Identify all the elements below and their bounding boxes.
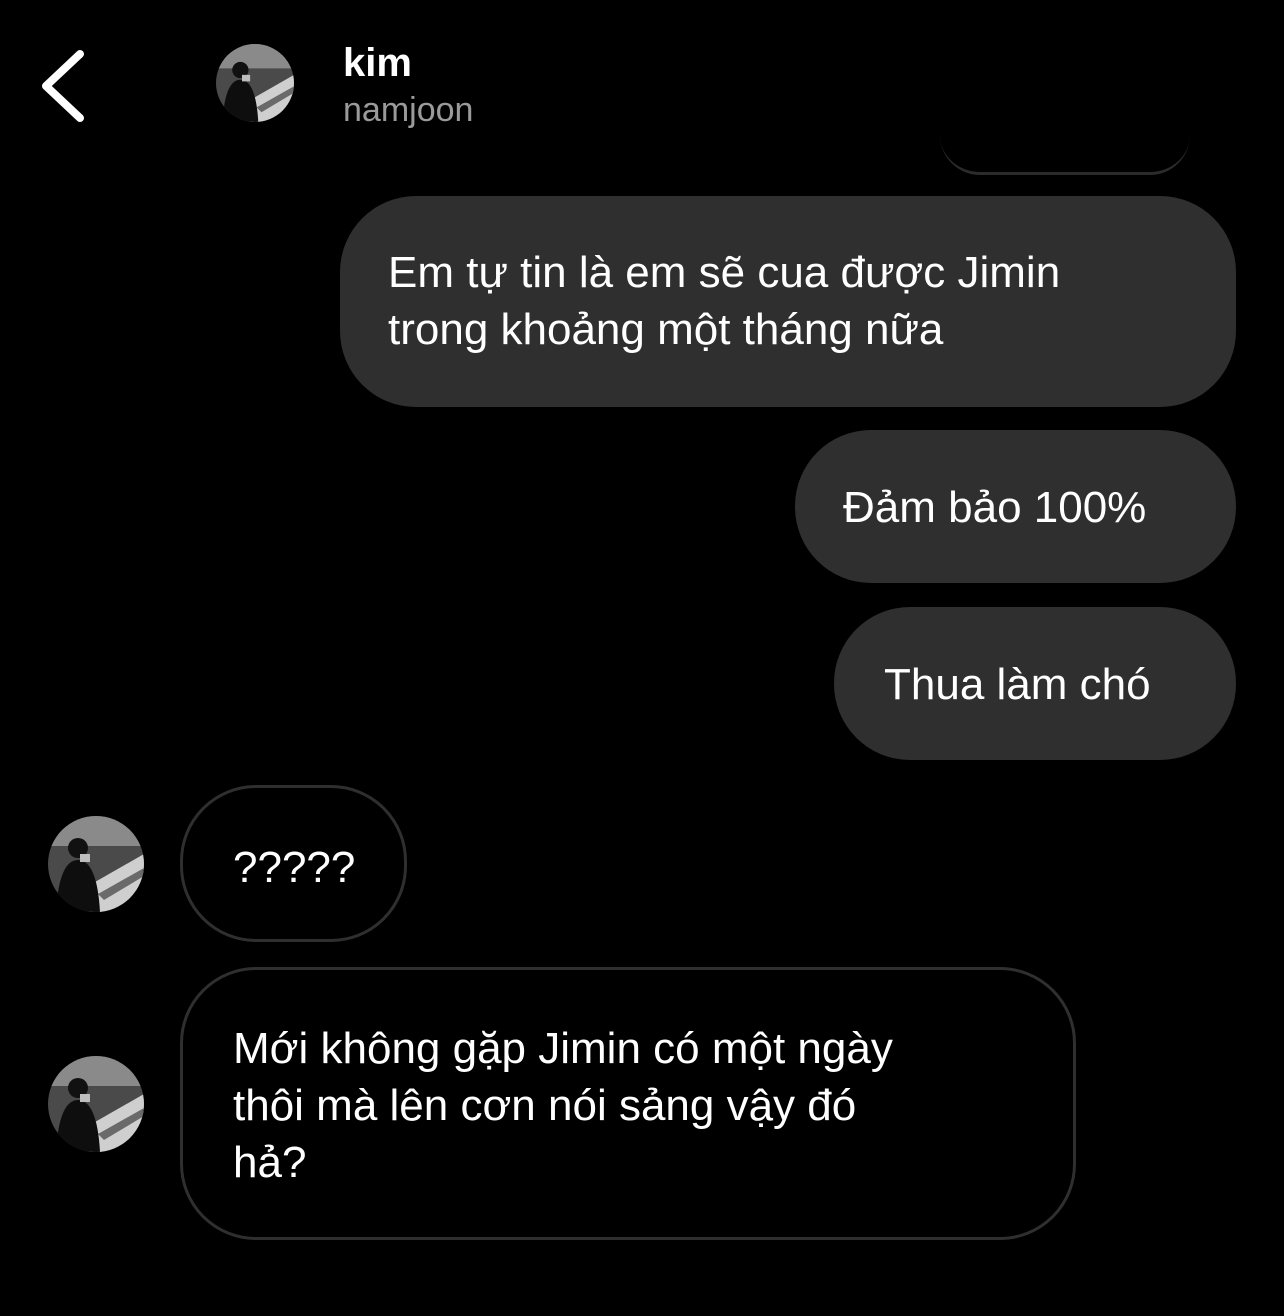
sender-avatar[interactable] (48, 816, 144, 912)
back-button[interactable] (36, 44, 96, 128)
profile-photo-icon (48, 1056, 144, 1152)
sent-message[interactable]: Đảm bảo 100% (795, 430, 1236, 583)
received-message[interactable]: ????? (180, 785, 407, 942)
header-avatar[interactable] (216, 44, 294, 122)
previous-message-edge (940, 130, 1190, 175)
contact-name: kim (343, 41, 412, 85)
profile-photo-icon (48, 816, 144, 912)
chevron-left-icon (42, 50, 84, 122)
received-message[interactable]: Mới không gặp Jimin có một ngày thôi mà … (180, 967, 1076, 1240)
sent-message[interactable]: Thua làm chó (834, 607, 1236, 760)
profile-photo-icon (216, 44, 294, 122)
sender-avatar[interactable] (48, 1056, 144, 1152)
sent-message[interactable]: Em tự tin là em sẽ cua được Jimin trong … (340, 196, 1236, 407)
contact-username: namjoon (343, 91, 474, 129)
